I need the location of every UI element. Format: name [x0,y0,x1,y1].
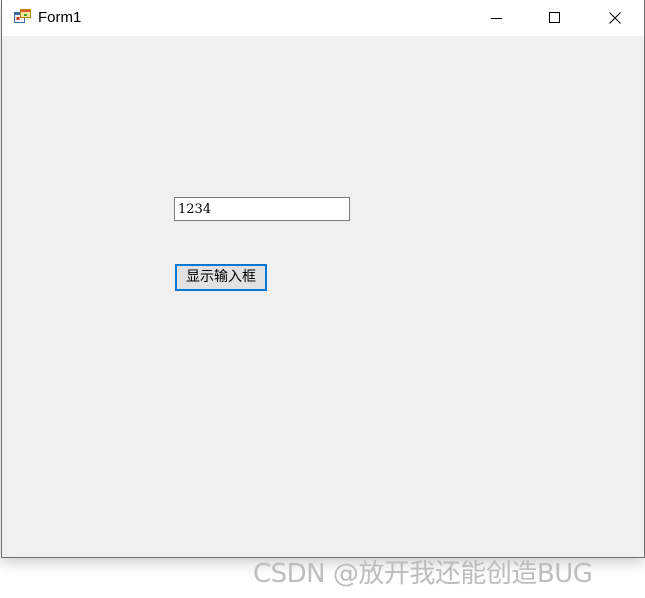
title-bar[interactable]: Form1 [2,0,644,36]
minimize-icon [491,18,502,19]
close-icon [609,12,621,24]
form-client-area: 显示输入框 [2,36,644,557]
minimize-button[interactable] [468,0,526,36]
csdn-watermark: CSDN @放开我还能创造BUG [253,559,593,589]
form1-window: Form1 显示输入框 [1,0,645,558]
show-input-button-label: 显示输入框 [186,269,256,285]
maximize-button[interactable] [526,0,584,36]
window-title: Form1 [38,9,82,26]
text-input[interactable] [174,197,350,221]
show-input-button[interactable]: 显示输入框 [175,264,267,291]
close-button[interactable] [586,0,644,36]
winforms-app-icon[interactable] [14,9,31,25]
maximize-icon [549,12,560,23]
